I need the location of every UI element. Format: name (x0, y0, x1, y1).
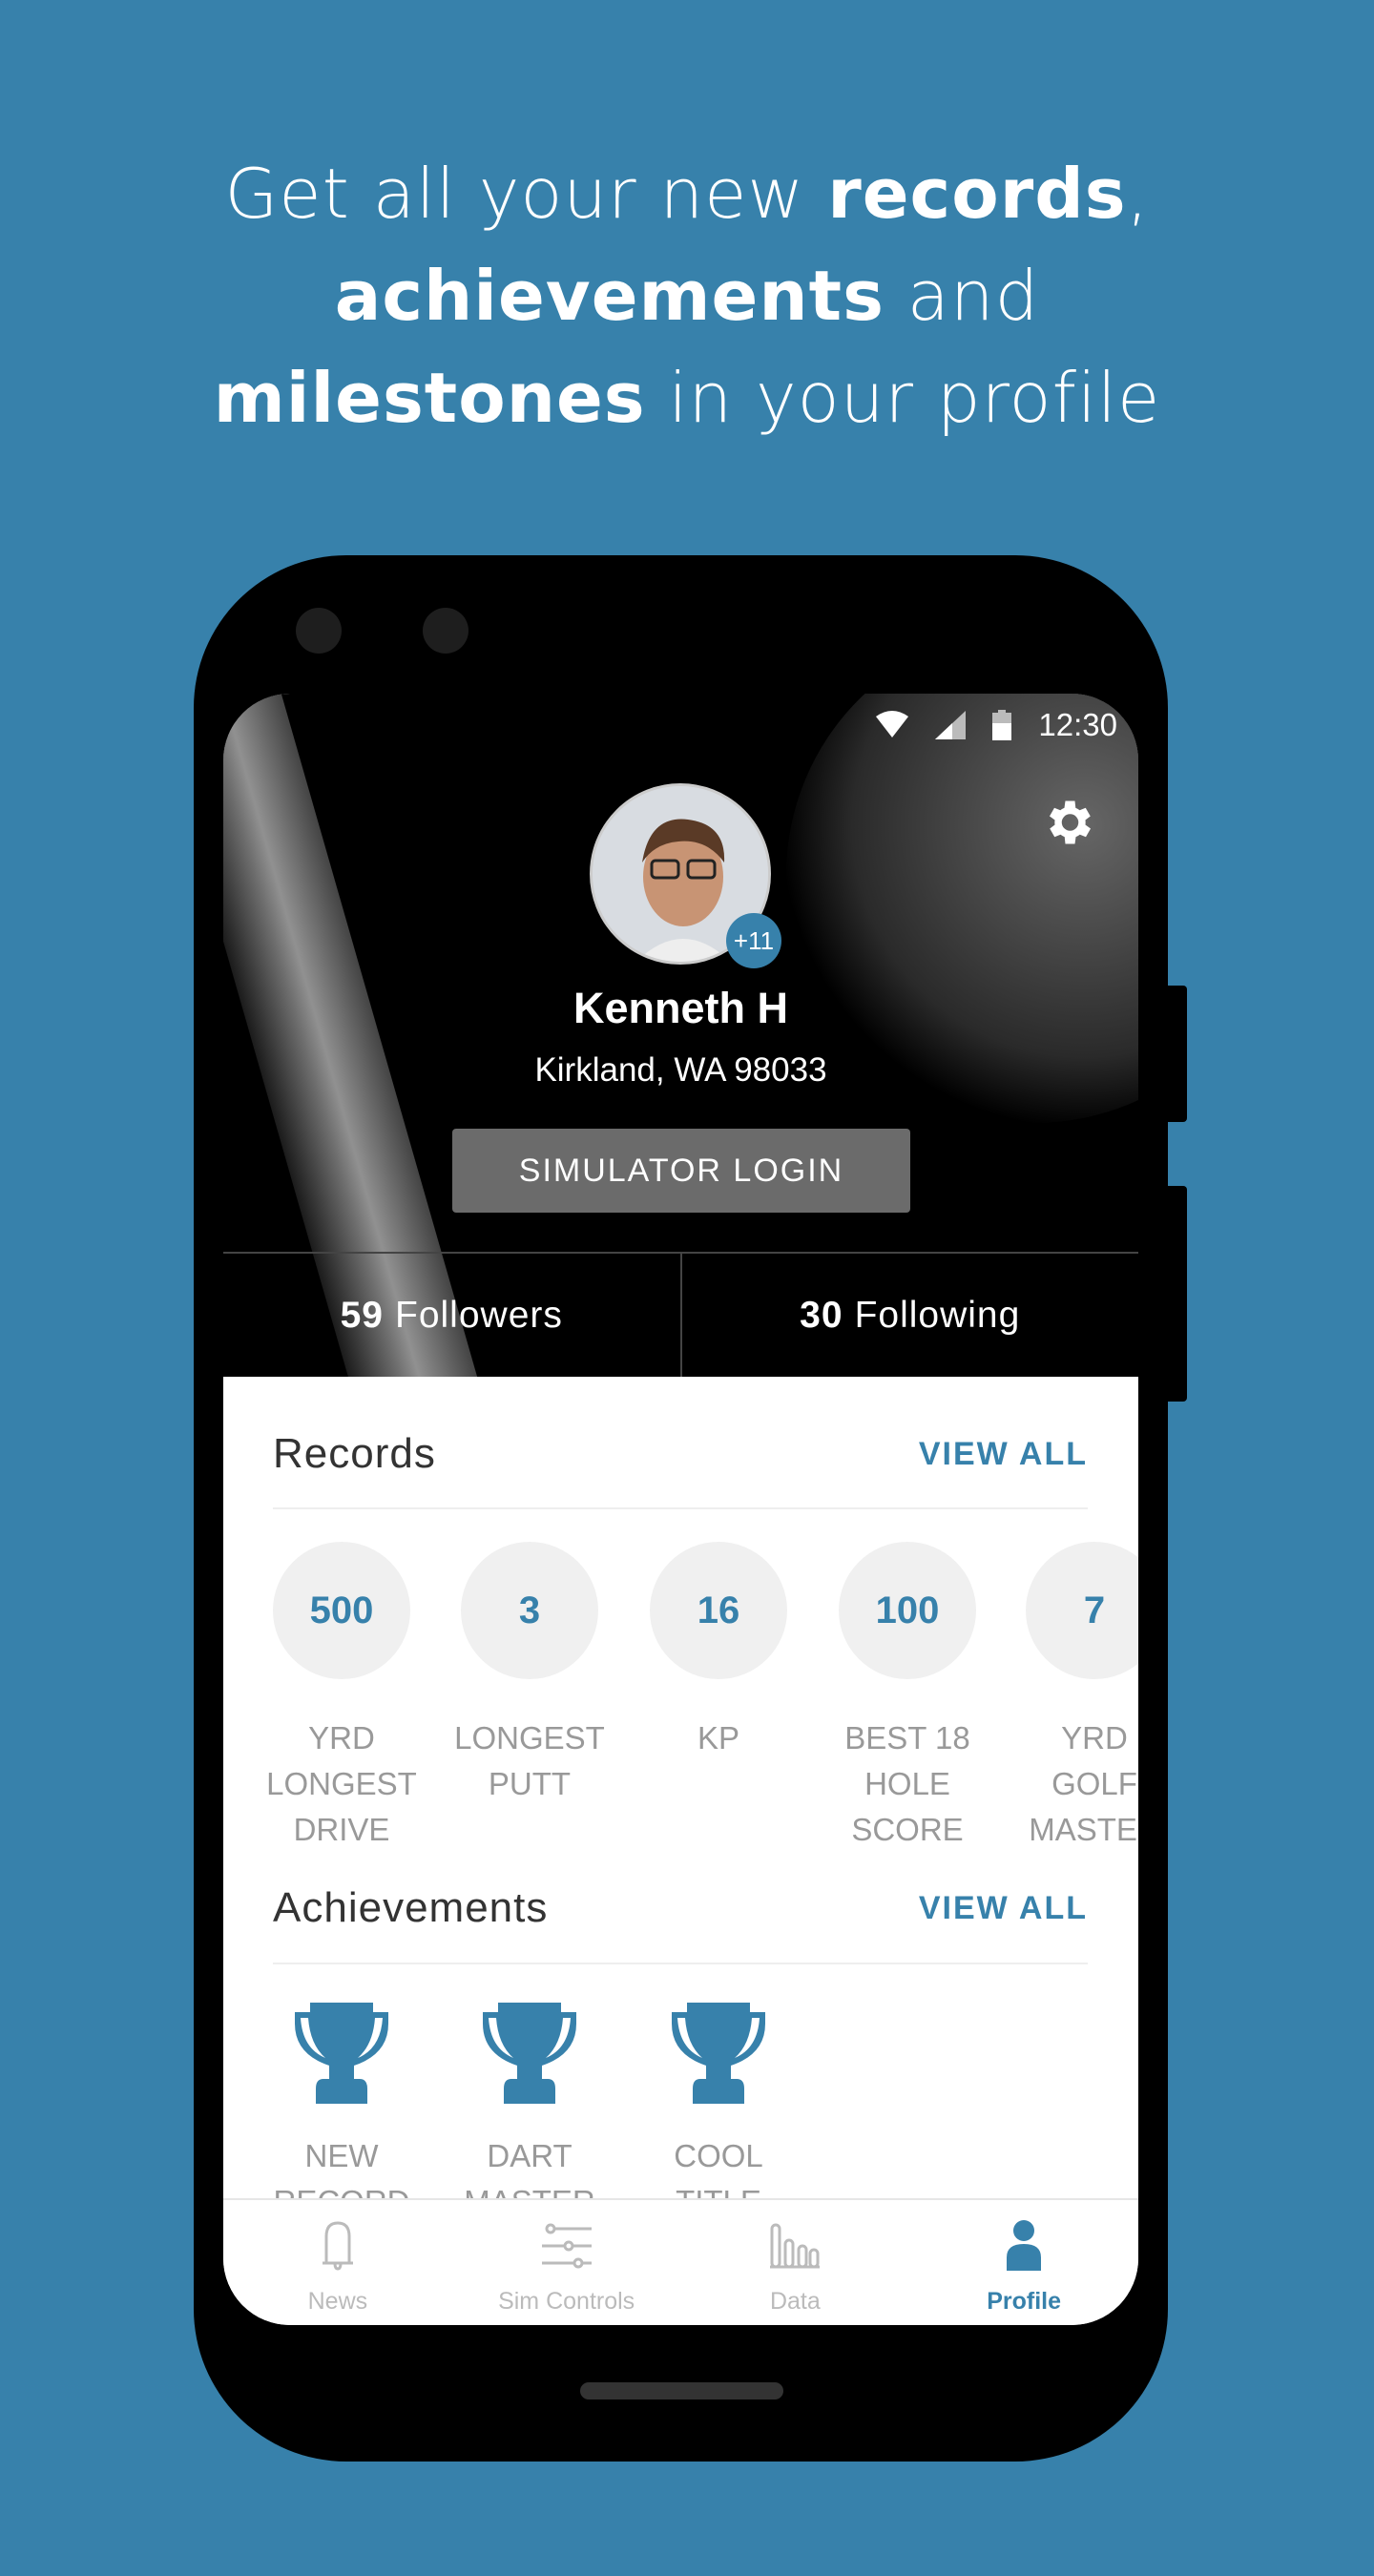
tab-sim-controls[interactable]: Sim Controls (452, 2200, 681, 2325)
headline-text: and (884, 256, 1040, 336)
record-value: 100 (839, 1542, 976, 1679)
tab-profile[interactable]: Profile (909, 2200, 1138, 2325)
record-label-line: YRD (308, 1720, 375, 1755)
simulator-login-button[interactable]: SIMULATOR LOGIN (452, 1129, 910, 1213)
followers-count: 59 (340, 1294, 384, 1336)
divider (273, 1507, 1088, 1509)
trophy-icon (295, 2003, 388, 2104)
tab-news[interactable]: News (223, 2200, 452, 2325)
headline-bold: achievements (334, 256, 885, 336)
record-label-line: HOLE (864, 1766, 950, 1801)
tab-label: Sim Controls (498, 2288, 635, 2315)
followers-button[interactable]: 59 Followers (223, 1254, 682, 1377)
record-label-line: GOLF (1051, 1766, 1137, 1801)
bell-icon (322, 2221, 353, 2271)
achievement-item[interactable]: COOLTITLE (623, 2003, 814, 2225)
headline-bold: records (827, 154, 1127, 234)
clock: 12:30 (1038, 707, 1117, 742)
signal-icon (935, 711, 967, 739)
record-item[interactable]: 500 YRD LONGEST DRIVE (246, 1542, 437, 1853)
record-label-line: LONGEST (454, 1720, 605, 1755)
record-label: BEST 18 HOLE SCORE (812, 1715, 1003, 1853)
record-label-line: YRD (1061, 1720, 1128, 1755)
record-item[interactable]: 7 YRD GOLF MASTER (999, 1542, 1138, 1853)
record-label-line: PUTT (488, 1766, 572, 1801)
tab-label: News (307, 2288, 368, 2315)
headline-text: , (1126, 154, 1150, 234)
divider (273, 1963, 1088, 1964)
app-screen: 12:30 +11 Kenneth H Kirkland, WA 98033 S… (223, 694, 1138, 2325)
achievement-item[interactable]: DARTMASTER (434, 2003, 625, 2225)
volume-button (1164, 986, 1187, 1122)
headline-bold: milestones (213, 358, 646, 438)
record-item[interactable]: 100 BEST 18 HOLE SCORE (812, 1542, 1003, 1853)
trophy-icon (483, 2003, 576, 2104)
record-value: 500 (273, 1542, 410, 1679)
achievement-item[interactable]: NEWRECORD (246, 2003, 437, 2225)
achievements-view-all-link[interactable]: VIEW ALL (919, 1890, 1088, 1927)
headline-text: in your profile (645, 358, 1161, 438)
record-item[interactable]: 16 KP (623, 1542, 814, 1761)
person-icon (1007, 2220, 1042, 2271)
tab-data[interactable]: Data (681, 2200, 910, 2325)
wifi-icon (876, 711, 909, 737)
level-badge: +11 (726, 913, 781, 968)
profile-name: Kenneth H (573, 984, 788, 1032)
following-label: Following (854, 1294, 1021, 1336)
record-label-line: DRIVE (293, 1812, 390, 1847)
profile-location: Kirkland, WA 98033 (534, 1051, 827, 1089)
record-label-line: KP (697, 1720, 740, 1755)
records-view-all-link[interactable]: VIEW ALL (919, 1436, 1088, 1473)
record-item[interactable]: 3 LONGEST PUTT (434, 1542, 625, 1807)
following-button[interactable]: 30 Following (682, 1254, 1139, 1377)
followers-label: Followers (395, 1294, 563, 1336)
gear-icon[interactable] (1039, 794, 1096, 851)
record-label-line: SCORE (851, 1812, 964, 1847)
achievement-label-line: NEW (304, 2138, 379, 2173)
bottom-tab-bar: News Sim Controls Data Profile (223, 2198, 1138, 2325)
headline-text: Get all your new (224, 154, 828, 234)
record-label: YRD LONGEST DRIVE (246, 1715, 437, 1853)
follow-stats: 59 Followers 30 Following (223, 1252, 1138, 1377)
following-count: 30 (800, 1294, 843, 1336)
record-label-line: LONGEST (266, 1766, 417, 1801)
trophy-icon (672, 2003, 765, 2104)
battery-icon (992, 710, 1012, 740)
achievement-label-line: DART (487, 2138, 572, 2173)
achievement-label-line: COOL (674, 2138, 763, 2173)
record-value: 3 (461, 1542, 598, 1679)
tab-label: Data (769, 2288, 821, 2315)
tab-label: Profile (987, 2288, 1062, 2315)
sliders-icon (541, 2223, 592, 2269)
record-value: 7 (1026, 1542, 1138, 1679)
bar-chart-icon (770, 2223, 821, 2269)
camera-dot (423, 608, 468, 654)
record-label: YRD GOLF MASTER (999, 1715, 1138, 1853)
status-bar: 12:30 (876, 707, 1117, 743)
record-value: 16 (650, 1542, 787, 1679)
records-title: Records (273, 1430, 436, 1477)
record-label: LONGEST PUTT (434, 1715, 625, 1807)
record-label-line: BEST 18 (844, 1720, 970, 1755)
profile-header: 12:30 +11 Kenneth H Kirkland, WA 98033 S… (223, 694, 1138, 1377)
record-label: KP (623, 1715, 814, 1761)
achievements-title: Achievements (273, 1884, 549, 1931)
camera-dot (296, 608, 342, 654)
home-indicator (580, 2382, 783, 2399)
record-label-line: MASTER (1029, 1812, 1138, 1847)
headline: Get all your new records, achievements a… (0, 143, 1374, 449)
power-button (1164, 1186, 1187, 1402)
